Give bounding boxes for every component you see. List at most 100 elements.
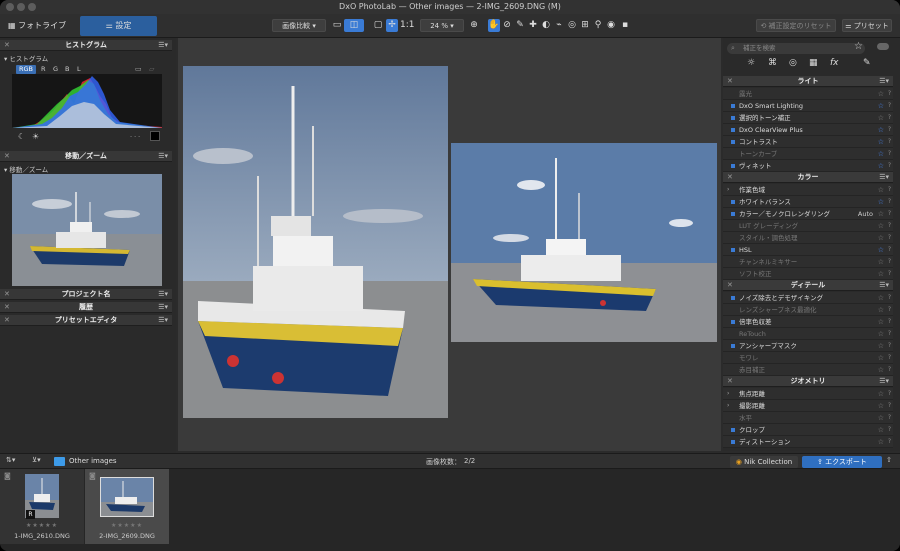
panel-menu-icon[interactable]: ☰▾ [158, 302, 168, 313]
help-icon[interactable]: ? [888, 244, 891, 256]
histogram-subheader[interactable]: ▾ ヒストグラム [4, 53, 48, 63]
reset-corrections-button[interactable]: ⟲ 補正設定のリセット [756, 19, 836, 32]
correction-row[interactable]: アンシャープマスク ☆? [723, 340, 893, 352]
help-icon[interactable]: ? [888, 160, 891, 172]
favorite-star-icon[interactable]: ☆ [878, 268, 884, 280]
channel-r[interactable]: R [38, 65, 49, 74]
correction-row[interactable]: トーンカーブ ☆? [723, 148, 893, 160]
help-icon[interactable]: ? [888, 328, 891, 340]
favorite-star-icon[interactable]: ☆ [878, 112, 884, 124]
correction-row[interactable]: 選択的トーン補正 ☆? [723, 112, 893, 124]
original-image[interactable] [183, 66, 448, 418]
close-window-button[interactable] [6, 3, 14, 11]
help-icon[interactable]: ? [888, 424, 891, 436]
compare-original-icon[interactable]: ▪ [619, 19, 631, 32]
export-button[interactable]: ⇪ エクスポート [802, 456, 882, 468]
local-adjust-icon[interactable]: ⊞ [579, 19, 591, 32]
correction-row[interactable]: DxO ClearView Plus ☆? [723, 124, 893, 136]
help-icon[interactable]: ? [888, 112, 891, 124]
favorite-star-icon[interactable]: ☆ [878, 244, 884, 256]
compare-dropdown[interactable]: 画像比較 ▾ [272, 19, 326, 32]
correction-row[interactable]: ディストーション ☆? [723, 436, 893, 448]
fit-icon[interactable]: ✢ [386, 19, 398, 32]
close-icon[interactable]: ✕ [4, 289, 10, 300]
favorite-star-icon[interactable]: ☆ [878, 352, 884, 364]
favorite-star-icon[interactable]: ☆ [878, 208, 884, 220]
help-icon[interactable]: ? [888, 412, 891, 424]
help-icon[interactable]: ? [888, 220, 891, 232]
correction-row[interactable]: チャンネルミキサー ☆? [723, 256, 893, 268]
correction-row[interactable]: HSL ☆? [723, 244, 893, 256]
favorite-star-icon[interactable]: ☆ [878, 304, 884, 316]
retouch-icon[interactable]: ⌁ [553, 19, 565, 32]
zoom-level-dropdown[interactable]: 24 % ▾ [420, 19, 464, 32]
favorite-star-icon[interactable]: ☆ [878, 196, 884, 208]
correction-row[interactable]: ReTouch ☆? [723, 328, 893, 340]
close-icon[interactable]: ✕ [4, 40, 10, 51]
correction-row[interactable]: コントラスト ☆? [723, 136, 893, 148]
shadow-clip-icon[interactable]: ☾ [18, 132, 25, 141]
correction-row[interactable]: モワレ ☆? [723, 352, 893, 364]
favorite-star-icon[interactable]: ☆ [878, 364, 884, 376]
hdr-icon[interactable]: ◐ [540, 19, 552, 32]
correction-row[interactable]: 露光 ☆? [723, 88, 893, 100]
section-header[interactable]: ✕ カラー ☰▾ [723, 172, 893, 183]
channel-l[interactable]: L [74, 65, 84, 74]
help-icon[interactable]: ? [888, 232, 891, 244]
close-icon[interactable]: ✕ [4, 151, 10, 162]
help-icon[interactable]: ? [888, 400, 891, 412]
panel-menu-icon[interactable]: ☰▾ [879, 376, 889, 387]
highlight-clip-icon[interactable]: ☀ [32, 132, 39, 141]
section-header[interactable]: ✕ ライト ☰▾ [723, 76, 893, 87]
help-icon[interactable]: ? [888, 184, 891, 196]
geometry-palette-icon[interactable]: ▦ [809, 58, 818, 68]
favorite-star-icon[interactable]: ☆ [878, 436, 884, 448]
print-icon[interactable]: ▱ [149, 65, 154, 73]
correction-row[interactable]: ヴィネット ☆? [723, 160, 893, 172]
light-palette-icon[interactable]: ☼ [747, 58, 755, 68]
histogram-panel-header[interactable]: ✕ ヒストグラム ☰▾ [0, 40, 172, 51]
move-zoom-subheader[interactable]: ▾ 移動／ズーム [4, 164, 48, 174]
favorite-star-icon[interactable]: ☆ [878, 316, 884, 328]
zoom-1to1-button[interactable]: 1:1 [400, 19, 414, 32]
help-icon[interactable]: ? [888, 88, 891, 100]
toggle-switch[interactable] [877, 43, 889, 50]
favorite-star-icon[interactable]: ☆ [878, 340, 884, 352]
history-panel-header[interactable]: ✕ 履歴 ☰▾ [0, 302, 172, 313]
panel-menu-icon[interactable]: ☰▾ [158, 289, 168, 300]
chevron-right-icon[interactable]: › [727, 388, 729, 400]
correction-row[interactable]: ノイズ除去とデモザイキング ☆? [723, 292, 893, 304]
panel-menu-icon[interactable]: ☰▾ [158, 40, 168, 51]
favorites-star-icon[interactable]: ☆ [854, 41, 863, 52]
close-icon[interactable]: ✕ [727, 76, 733, 87]
section-header[interactable]: ✕ ディテール ☰▾ [723, 280, 893, 291]
thumbnail-1[interactable]: ◙ R ★★★★★ 1-IMG_2610.DNG [0, 469, 84, 544]
filter-icon[interactable]: ⊻▾ [32, 456, 41, 464]
project-panel-header[interactable]: ✕ プロジェクト名 ☰▾ [0, 289, 172, 300]
tab-photo-library[interactable]: ▦ フォトライブラリ [2, 16, 78, 50]
correction-row[interactable]: クロップ ☆? [723, 424, 893, 436]
tab-customize[interactable]: ⚌ 設定 [80, 16, 157, 36]
hand-tool-icon[interactable]: ✋ [488, 19, 500, 32]
correction-row[interactable]: 倍率色収差 ☆? [723, 316, 893, 328]
preview-eye-icon[interactable]: ◉ [605, 19, 617, 32]
help-icon[interactable]: ? [888, 208, 891, 220]
favorite-star-icon[interactable]: ☆ [878, 184, 884, 196]
rating-stars[interactable]: ★★★★★ [85, 522, 169, 529]
help-icon[interactable]: ? [888, 124, 891, 136]
gradient-icon[interactable]: ⚲ [592, 19, 604, 32]
favorite-star-icon[interactable]: ☆ [878, 232, 884, 244]
help-icon[interactable]: ? [888, 304, 891, 316]
chevron-right-icon[interactable]: › [727, 400, 729, 412]
zoom-in-icon[interactable]: ⊕ [468, 19, 480, 32]
help-icon[interactable]: ? [888, 292, 891, 304]
fx-palette-icon[interactable]: fx [830, 58, 839, 68]
correction-row[interactable]: カラー／モノクロレンダリング Auto ☆? [723, 208, 893, 220]
help-icon[interactable]: ? [888, 136, 891, 148]
eyedropper-icon[interactable]: ✎ [514, 19, 526, 32]
favorite-star-icon[interactable]: ☆ [878, 424, 884, 436]
monitor-icon[interactable]: ▭ [135, 65, 142, 73]
favorite-star-icon[interactable]: ☆ [878, 160, 884, 172]
help-icon[interactable]: ? [888, 100, 891, 112]
close-icon[interactable]: ✕ [4, 315, 10, 326]
